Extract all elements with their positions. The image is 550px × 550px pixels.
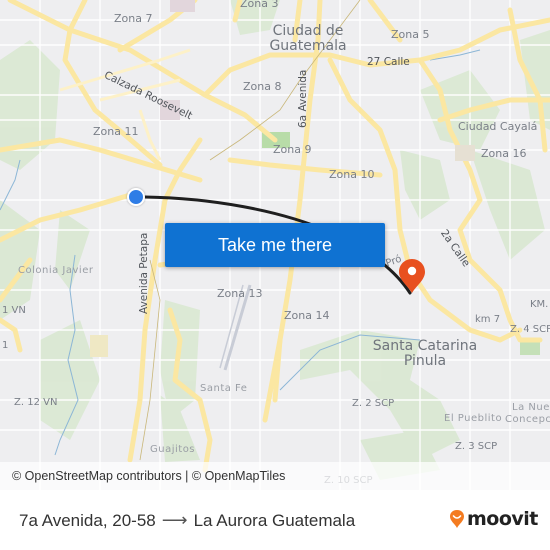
map-label-zona-16: Zona 16 bbox=[481, 147, 527, 160]
brand-name: moovit bbox=[467, 508, 538, 530]
map-label-colonia-javier: Colonia Javier bbox=[18, 265, 94, 276]
map-attribution: © OpenStreetMap contributors | © OpenMap… bbox=[0, 462, 550, 490]
moovit-logo[interactable]: moovit bbox=[449, 508, 538, 530]
map-label-1: 1 bbox=[2, 340, 9, 351]
map-label-z12-vn: Z. 12 VN bbox=[14, 397, 58, 408]
map[interactable]: Zona 7 Zona 3 Ciudad de Guatemala Zona 5 … bbox=[0, 0, 550, 490]
moovit-pin-icon bbox=[450, 510, 464, 528]
map-label-ciudad-de-guatemala: Ciudad de Guatemala bbox=[269, 23, 347, 55]
map-label-santa-fe: Santa Fe bbox=[200, 383, 248, 394]
map-label-zona-13: Zona 13 bbox=[217, 287, 263, 300]
map-label-avenida-petapa: Avenida Petapa bbox=[138, 232, 150, 314]
map-label-guajitos: Guajitos bbox=[150, 444, 196, 455]
origin-marker[interactable] bbox=[127, 188, 145, 206]
map-label-zona-5: Zona 5 bbox=[391, 28, 430, 41]
map-label-zona-7: Zona 7 bbox=[114, 12, 153, 25]
map-label-z4-scp: Z. 4 SCP bbox=[510, 324, 550, 335]
map-label-zona-3: Zona 3 bbox=[240, 0, 279, 10]
map-label-santa-catarina-pinula: Santa Catarina Pinula bbox=[372, 338, 478, 370]
map-label-z2-scp: Z. 2 SCP bbox=[352, 398, 395, 409]
take-me-there-button[interactable]: Take me there bbox=[165, 223, 385, 267]
map-label-27-calle: 27 Calle bbox=[367, 56, 410, 68]
route-summary: 7a Avenida, 20-58 ⟶ La Aurora Guatemala bbox=[19, 510, 355, 531]
map-label-zona-8: Zona 8 bbox=[243, 80, 282, 93]
map-label-km-7: km 7 bbox=[475, 314, 501, 325]
map-label-6a-avenida: 6a Avenida bbox=[297, 69, 309, 128]
destination-pin-icon[interactable] bbox=[398, 258, 426, 294]
destination-name: La Aurora Guatemala bbox=[193, 510, 356, 530]
map-label-ciudad-cayala: Ciudad Cayalá bbox=[458, 120, 538, 133]
attribution-text[interactable]: © OpenStreetMap contributors | © OpenMap… bbox=[12, 469, 285, 483]
map-label-zona-14: Zona 14 bbox=[284, 309, 330, 322]
map-label-z3-scp: Z. 3 SCP bbox=[455, 441, 498, 452]
footer: 7a Avenida, 20-58 ⟶ La Aurora Guatemala … bbox=[0, 490, 550, 550]
map-label-zona-11: Zona 11 bbox=[93, 125, 139, 138]
map-label-zona-10: Zona 10 bbox=[329, 168, 375, 181]
map-label-concepcion: Concepc bbox=[505, 414, 550, 425]
map-label-1-vn: 1 VN bbox=[2, 305, 26, 316]
map-label-km: KM. bbox=[530, 299, 549, 310]
arrow-right-icon: ⟶ bbox=[161, 510, 188, 530]
map-label-zona-9: Zona 9 bbox=[273, 143, 312, 156]
origin-name: 7a Avenida, 20-58 bbox=[19, 510, 156, 530]
map-label-la-nueva: La Nue bbox=[512, 402, 550, 413]
map-label-el-pueblito: El Pueblito bbox=[444, 413, 503, 424]
